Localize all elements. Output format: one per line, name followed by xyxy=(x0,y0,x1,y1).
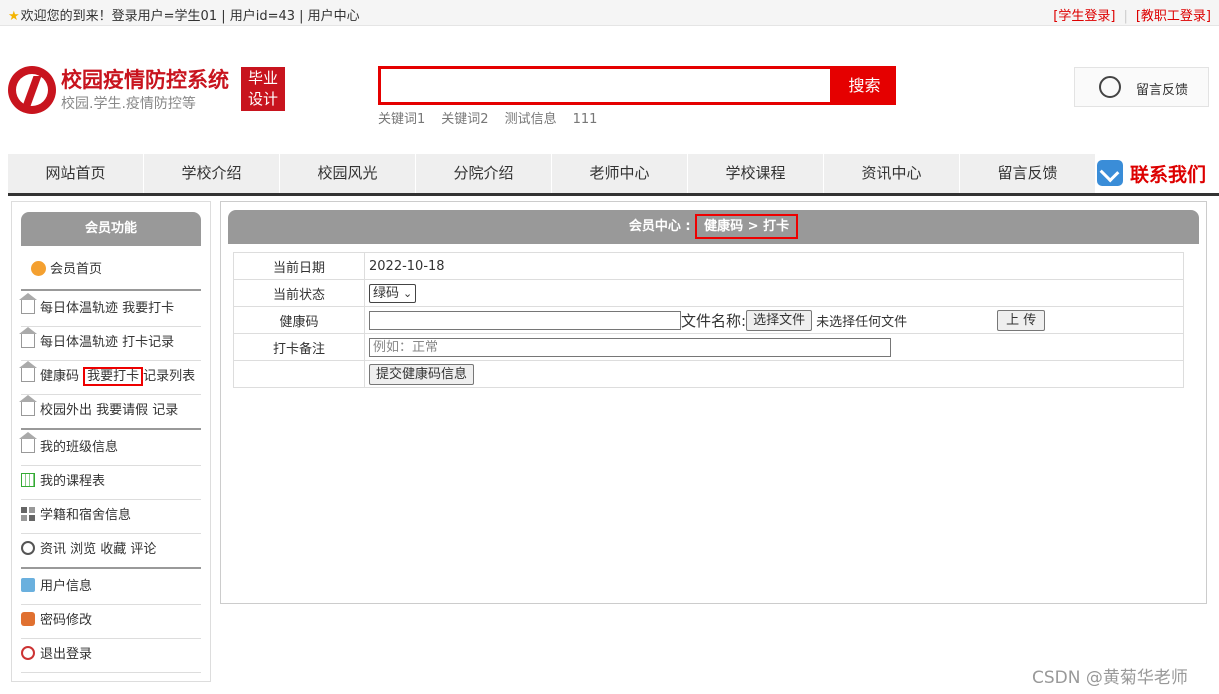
site-subtitle: 校园.学生.疫情防控等 xyxy=(61,96,196,112)
feedback-label: 留言反馈 xyxy=(1136,83,1189,98)
member-sidebar: 会员功能 会员首页 每日体温轨迹 我要打卡 每日体温轨迹 打卡记录 健康码 我要… xyxy=(11,201,211,682)
note-input[interactable]: 例如：正常 xyxy=(369,337,891,357)
no-file-text: 未选择任何文件 xyxy=(816,314,908,330)
date-label: 当前日期 xyxy=(233,252,365,280)
headset-icon xyxy=(1099,76,1121,98)
search-bar: 搜索 xyxy=(378,66,896,105)
sidebar-item-temp-checkin[interactable]: 每日体温轨迹 我要打卡 xyxy=(19,292,201,326)
keyword-link[interactable]: 测试信息 xyxy=(505,112,557,127)
sidebar-item-password[interactable]: 密码修改 xyxy=(21,604,201,638)
status-select[interactable]: 绿码 xyxy=(369,283,417,303)
watermark: CSDN @黄菊华老师 xyxy=(1032,668,1188,688)
logo-badge: 毕业 设计 xyxy=(241,67,285,111)
sidebar-item-logout[interactable]: 退出登录 xyxy=(21,638,201,672)
home-circle-icon xyxy=(31,261,46,276)
clock-icon xyxy=(21,541,35,555)
file-name-label: 文件名称: xyxy=(681,311,747,330)
sidebar-item-class-info[interactable]: 我的班级信息 xyxy=(19,431,201,465)
staff-login-link[interactable]: [教职工登录] xyxy=(1136,9,1211,24)
status-label: 当前状态 xyxy=(233,279,365,307)
sidebar-item-user-info[interactable]: 用户信息 xyxy=(21,570,201,604)
sidebar-item-leave[interactable]: 校园外出 我要请假 记录 xyxy=(19,394,201,428)
health-code-label: 健康码 xyxy=(233,306,365,334)
note-label: 打卡备注 xyxy=(233,333,365,361)
checkin-form: 当前日期 2022-10-18 当前状态 绿码 健康码 文件名称:选择文件未选择… xyxy=(233,252,1184,388)
health-records-link[interactable]: 记录列表 xyxy=(143,369,195,384)
nav-item-course[interactable]: 学校课程 xyxy=(688,154,824,193)
nav-item-news[interactable]: 资讯中心 xyxy=(824,154,960,193)
welcome-message: 欢迎您的到来！登录用户=学生01 | 用户id=43 | 用户中心 xyxy=(20,9,360,24)
power-icon xyxy=(21,646,35,660)
sidebar-item-timetable[interactable]: 我的课程表 xyxy=(21,465,201,499)
top-bar: ★欢迎您的到来！登录用户=学生01 | 用户id=43 | 用户中心 [学生登录… xyxy=(0,0,1219,26)
search-button[interactable]: 搜索 xyxy=(833,66,896,105)
sidebar-item-dorm-info[interactable]: 学籍和宿舍信息 xyxy=(21,499,201,533)
house-icon xyxy=(19,432,37,453)
site-title: 校园疫情防控系统 xyxy=(61,68,229,92)
site-logo[interactable]: 校园疫情防控系统 校园.学生.疫情防控等 毕业 设计 xyxy=(8,64,288,114)
lock-icon xyxy=(21,612,35,626)
feedback-box[interactable]: 留言反馈 xyxy=(1074,67,1209,107)
nav-item-campus[interactable]: 校园风光 xyxy=(280,154,416,193)
house-icon xyxy=(19,327,37,348)
choose-file-button[interactable]: 选择文件 xyxy=(746,309,813,331)
welcome-text: ★欢迎您的到来！登录用户=学生01 | 用户id=43 | 用户中心 xyxy=(8,5,360,24)
submit-button[interactable]: 提交健康码信息 xyxy=(369,363,475,385)
search-input[interactable] xyxy=(378,66,833,105)
sidebar-item-news-activity[interactable]: 资讯 浏览 收藏 评论 xyxy=(21,533,201,567)
keyword-link[interactable]: 111 xyxy=(573,112,598,127)
sidebar-item-member-home[interactable]: 会员首页 xyxy=(31,258,102,277)
nav-item-home[interactable]: 网站首页 xyxy=(8,154,144,193)
nav-item-school[interactable]: 学校介绍 xyxy=(144,154,280,193)
logo-mark-icon xyxy=(8,66,56,114)
user-icon xyxy=(21,578,35,592)
main-nav: 网站首页 学校介绍 校园风光 分院介绍 老师中心 学校课程 资讯中心 留言反馈 … xyxy=(8,154,1219,196)
contact-label: 联系我们 xyxy=(1130,164,1207,186)
sidebar-item-temp-records[interactable]: 每日体温轨迹 打卡记录 xyxy=(19,326,201,360)
breadcrumb: 会员中心 : 健康码 > 打卡 xyxy=(228,210,1199,244)
house-icon xyxy=(19,293,37,314)
grid-icon xyxy=(21,507,35,521)
sidebar-header: 会员功能 xyxy=(21,212,201,246)
contact-us[interactable]: 联系我们 xyxy=(1097,158,1219,190)
nav-item-branch[interactable]: 分院介绍 xyxy=(416,154,552,193)
upload-button[interactable]: 上 传 xyxy=(997,309,1046,331)
house-icon xyxy=(19,361,37,382)
sidebar-item-health-code[interactable]: 健康码 我要打卡 记录列表 xyxy=(19,360,201,394)
nav-item-teacher[interactable]: 老师中心 xyxy=(552,154,688,193)
health-checkin-link[interactable]: 我要打卡 xyxy=(83,367,144,386)
breadcrumb-current: 健康码 > 打卡 xyxy=(695,214,799,239)
health-code-input[interactable] xyxy=(369,310,681,330)
house-icon xyxy=(19,395,37,416)
keyword-link[interactable]: 关键词1 xyxy=(378,112,425,127)
student-login-link[interactable]: [学生登录] xyxy=(1053,9,1115,24)
star-icon: ★ xyxy=(8,9,20,24)
date-value: 2022-10-18 xyxy=(364,252,1184,280)
phone-icon xyxy=(1097,160,1123,186)
calendar-icon xyxy=(21,473,35,487)
main-panel: 会员中心 : 健康码 > 打卡 当前日期 2022-10-18 当前状态 绿码 … xyxy=(220,201,1207,604)
keyword-link[interactable]: 关键词2 xyxy=(441,112,488,127)
nav-item-feedback[interactable]: 留言反馈 xyxy=(960,154,1096,193)
hot-keywords: 关键词1 关键词2 测试信息 111 xyxy=(378,108,613,127)
